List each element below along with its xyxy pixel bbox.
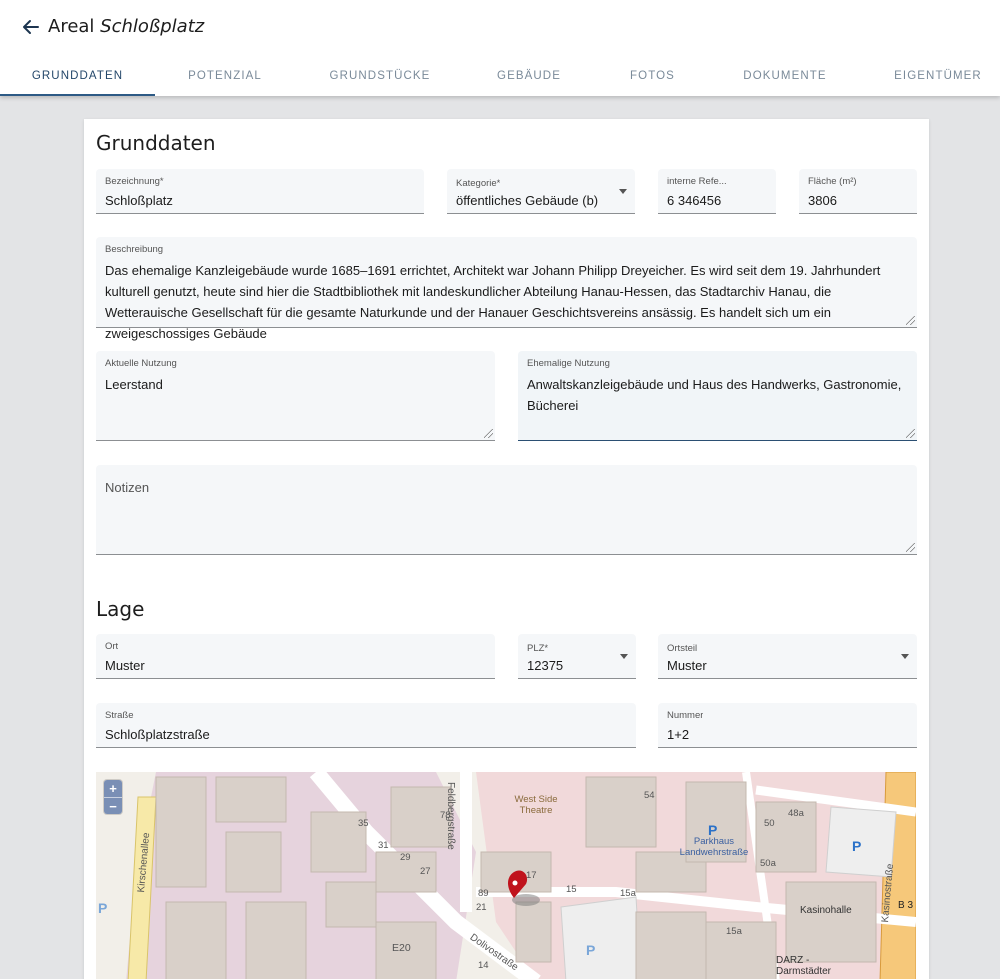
ehemalige-nutzung-textarea[interactable]: Ehemalige Nutzung Anwaltskanzleigebäude … <box>518 351 917 441</box>
poi-darz: DARZ - Darmstädter <box>776 955 832 977</box>
grunddaten-title: Grunddaten <box>96 131 216 155</box>
tab-potenzial[interactable]: POTENZIAL <box>155 56 295 96</box>
tab-grunddaten[interactable]: GRUNDDATEN <box>0 56 155 96</box>
strasse-label: Straße <box>105 710 134 721</box>
ehemalige-nutzung-value: Anwaltskanzleigebäude und Haus des Handw… <box>527 377 902 413</box>
house-number: 50 <box>764 818 775 829</box>
zoom-in-button[interactable]: + <box>104 780 122 797</box>
nummer-label: Nummer <box>667 710 704 721</box>
house-number: 29 <box>400 852 411 863</box>
tab-fotos[interactable]: FOTOS <box>600 56 705 96</box>
bezeichnung-field[interactable]: Bezeichnung* Schloßplatz <box>96 169 424 214</box>
ort-field[interactable]: Ort Muster <box>96 634 495 679</box>
ortsteil-select[interactable]: Ortsteil Muster <box>658 634 917 679</box>
beschreibung-textarea[interactable]: Beschreibung Das ehemalige Kanzleigebäud… <box>96 237 917 341</box>
tab-dokumente[interactable]: DOKUMENTE <box>720 56 850 96</box>
house-number: 15a <box>620 888 636 899</box>
house-number: 89 <box>478 888 489 899</box>
back-button[interactable] <box>18 14 44 40</box>
house-number: 54 <box>644 790 655 801</box>
resize-handle-icon[interactable] <box>906 429 915 438</box>
resize-handle-icon[interactable] <box>906 543 915 552</box>
beschreibung-value: Das ehemalige Kanzleigebäude wurde 1685–… <box>105 263 881 341</box>
road-b3: B 3 <box>898 900 914 911</box>
aktuelle-nutzung-textarea[interactable]: Aktuelle Nutzung Leerstand <box>96 351 495 441</box>
plz-select[interactable]: PLZ* 12375 <box>518 634 636 679</box>
aktuelle-nutzung-label: Aktuelle Nutzung <box>105 358 177 369</box>
plz-value: 12375 <box>527 658 564 673</box>
ortsteil-value: Muster <box>667 658 707 673</box>
aktuelle-nutzung-value: Leerstand <box>105 377 163 392</box>
poi-parkhaus: Parkhaus Landwehrstraße <box>679 836 749 858</box>
parking-icon: P <box>98 900 108 916</box>
ort-value: Muster <box>105 658 145 673</box>
ehemalige-nutzung-label: Ehemalige Nutzung <box>527 358 610 369</box>
tab-grundstuecke[interactable]: GRUNDSTÜCKE <box>305 56 455 96</box>
poi-theatre: West Side Theatre <box>514 794 558 816</box>
caret-down-icon <box>901 654 909 659</box>
title-prefix: Areal <box>48 16 95 37</box>
house-number: 48a <box>788 808 804 819</box>
lage-title: Lage <box>96 597 145 621</box>
strasse-value: Schloßplatzstraße <box>105 727 210 742</box>
app-bar: Areal Schloßplatz GRUNDDATEN POTENZIAL G… <box>0 0 1000 96</box>
referenz-label: interne Refe... <box>667 176 727 187</box>
flaeche-value: 3806 <box>808 193 837 208</box>
ort-label: Ort <box>105 641 119 652</box>
tab-gebaeude[interactable]: GEBÄUDE <box>465 56 593 96</box>
bezeichnung-label: Bezeichnung* <box>105 176 164 187</box>
house-number: E20 <box>392 942 411 954</box>
plz-label: PLZ* <box>527 643 549 654</box>
tab-bar: GRUNDDATEN POTENZIAL GRUNDSTÜCKE GEBÄUDE… <box>0 56 1000 96</box>
tab-eigentuemer[interactable]: EIGENTÜMER <box>878 56 998 96</box>
strasse-field[interactable]: Straße Schloßplatzstraße <box>96 703 636 748</box>
referenz-value: 6 346456 <box>667 193 722 208</box>
zoom-out-button[interactable]: − <box>104 797 122 814</box>
house-number: 50a <box>760 858 776 869</box>
house-number: 15 <box>566 884 577 895</box>
title-name: Schloßplatz <box>100 16 205 37</box>
house-number: 17 <box>526 870 537 881</box>
house-number: 14 <box>478 960 489 971</box>
caret-down-icon <box>619 189 627 194</box>
resize-handle-icon[interactable] <box>484 429 493 438</box>
caret-down-icon <box>620 654 628 659</box>
nummer-field[interactable]: Nummer 1+2 <box>658 703 917 748</box>
flaeche-label: Fläche (m²) <box>808 176 857 187</box>
parking-icon: P <box>586 942 596 958</box>
arrow-left-icon <box>23 20 39 34</box>
poi-kasinohalle: Kasinohalle <box>800 905 852 916</box>
kategorie-value: öffentliches Gebäude (b) <box>456 193 599 208</box>
house-number: 78 <box>440 810 451 821</box>
house-number: 15a <box>726 926 742 937</box>
house-number: 27 <box>420 866 431 877</box>
parking-icon: P <box>708 822 718 838</box>
house-number: 35 <box>358 818 369 829</box>
ortsteil-label: Ortsteil <box>667 643 698 654</box>
house-number: 21 <box>476 902 487 913</box>
form-card: Grunddaten Bezeichnung* Schloßplatz Kate… <box>84 119 929 979</box>
bezeichnung-value: Schloßplatz <box>105 193 173 208</box>
notizen-textarea[interactable]: Notizen <box>96 465 917 555</box>
house-number: 31 <box>378 840 389 851</box>
page-title: Areal Schloßplatz <box>48 16 204 37</box>
kategorie-select[interactable]: Kategorie* öffentliches Gebäude (b) <box>447 169 635 214</box>
parking-icon: P <box>852 838 862 854</box>
beschreibung-label: Beschreibung <box>105 244 164 255</box>
kategorie-label: Kategorie* <box>456 178 501 189</box>
map-zoom-control: + − <box>104 780 122 814</box>
flaeche-field[interactable]: Fläche (m²) 3806 <box>799 169 917 214</box>
location-map[interactable]: + − Kirschenallee Feldbergstraße Dolivos… <box>96 772 916 979</box>
nummer-value: 1+2 <box>667 727 690 742</box>
resize-handle-icon[interactable] <box>906 316 915 325</box>
notizen-placeholder: Notizen <box>105 480 150 495</box>
referenz-field[interactable]: interne Refe... 6 346456 <box>658 169 776 214</box>
active-tab-indicator <box>0 94 155 96</box>
